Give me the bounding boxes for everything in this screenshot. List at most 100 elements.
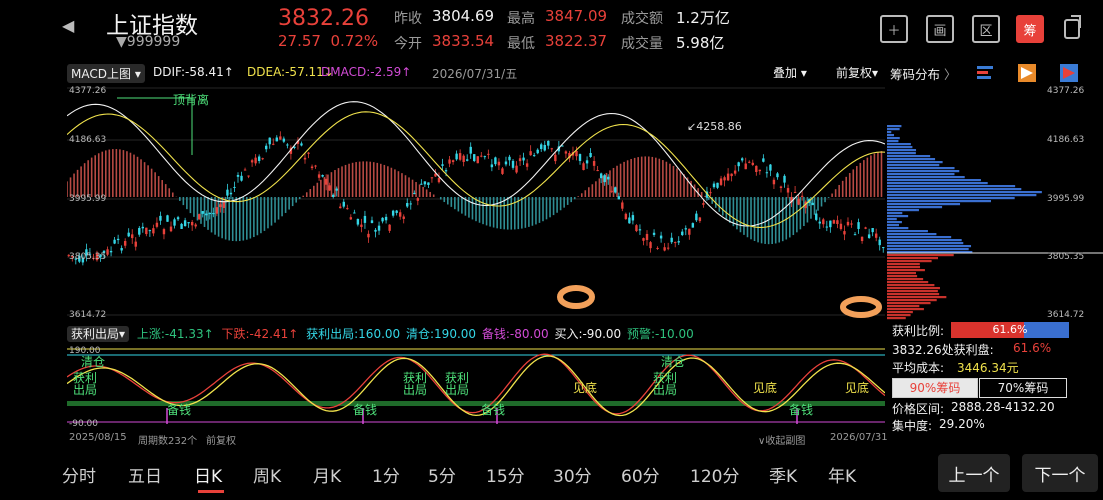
candle-body (853, 234, 857, 236)
candle-body (398, 212, 402, 217)
chip-bar (887, 125, 902, 128)
stock-code[interactable]: ▼999999 (116, 34, 180, 50)
chip-70-button[interactable]: 70%筹码 (979, 378, 1067, 398)
candle-body (504, 161, 508, 165)
tab-period-1min[interactable]: 1分 (372, 462, 400, 487)
candle-body (441, 164, 444, 166)
tab-period-5day[interactable]: 五日 (128, 462, 162, 487)
chip-bar (887, 179, 981, 182)
candle-body (198, 214, 201, 220)
overlay-button[interactable]: 叠加 ▾ (773, 64, 807, 81)
tab-period-15min[interactable]: 15分 (486, 462, 525, 487)
candle-body (279, 136, 282, 140)
candle-body (187, 222, 190, 224)
candle-body (698, 217, 702, 222)
candle-body (138, 227, 141, 235)
candle-body (529, 151, 532, 156)
quote-value: 3822.37 (545, 32, 608, 50)
tab-period-60min[interactable]: 60分 (621, 462, 660, 487)
chip-bar (887, 158, 936, 161)
candle-body (800, 195, 804, 197)
tab-period-30min[interactable]: 30分 (553, 462, 592, 487)
chip-bar (887, 302, 931, 305)
chip-bar (887, 191, 1042, 194)
quote-value: 1.2万亿 (676, 9, 730, 27)
chip-bar (887, 167, 955, 170)
chip-mode-blue-icon[interactable] (1060, 64, 1078, 82)
exit-label: 出局 (403, 383, 427, 397)
indicator-select[interactable]: 获利出局▾ (67, 326, 130, 342)
exit-label: 出局 (445, 383, 469, 397)
candle-body (384, 216, 388, 221)
chip-bar (887, 146, 913, 149)
collapse-subchart-button[interactable]: ∨收起副图 (758, 432, 805, 447)
candle-body (857, 222, 860, 229)
chip-tab-label: 筹码分布 (890, 67, 941, 82)
share-icon[interactable] (1062, 14, 1084, 40)
tab-chip-distribution[interactable]: 筹码分布 〉 (890, 64, 957, 83)
indicator-chart[interactable]: 清仓 清仓 获利 出局 获利 出局 获利 出局 获利 出局 备钱 备钱 备钱 备钱 见底 见底 见底 190.0… (67, 344, 885, 430)
candle-body (406, 203, 409, 207)
chip-axis-label: 4377.26 (1047, 86, 1085, 96)
chip-distribution[interactable]: 4377.26 4186.63 3995.99 3805.35 3614.72 (887, 85, 1103, 322)
candle-body (370, 220, 374, 223)
tab-period-day[interactable]: 日K (194, 462, 222, 487)
candle-body (113, 239, 116, 244)
indicator-name: 获利出局 (71, 327, 120, 341)
quote-label: 最低 (507, 36, 535, 52)
candle-body (448, 159, 451, 164)
y-axis-label: 3995.99 (69, 194, 107, 204)
zone-icon[interactable]: 区 (972, 15, 1000, 43)
tab-period-week[interactable]: 周K (253, 462, 281, 487)
chip-bar (887, 224, 899, 227)
chip-icon[interactable]: 筹 (1016, 15, 1044, 43)
candle-body (254, 157, 257, 164)
tab-period-quarter[interactable]: 季K (769, 462, 797, 487)
chip-bar (887, 314, 911, 317)
candle-body (367, 233, 370, 238)
candle-body (540, 144, 543, 150)
candle-body (356, 218, 360, 225)
footer-adjust: 前复权 (206, 436, 236, 447)
kline-chart[interactable]: 4377.26 4186.63 3995.99 3805.35 3614.72 … (67, 85, 885, 322)
candle-body (614, 187, 617, 193)
adjust-button[interactable]: 前复权▾ (836, 64, 878, 81)
chip-90-button[interactable]: 90%筹码 (892, 378, 978, 398)
candle-body (141, 226, 145, 229)
macd-select[interactable]: MACD上图 ▾ (67, 64, 145, 83)
clear-label: 清仓 (661, 355, 685, 369)
candle-body (455, 153, 458, 160)
tab-period-year[interactable]: 年K (828, 462, 856, 487)
candle-body (324, 178, 328, 185)
profit-ratio-bar: 61.6% (951, 322, 1069, 338)
chip-mode-bars-icon[interactable] (976, 64, 994, 82)
tab-period-month[interactable]: 月K (313, 462, 341, 487)
candle-body (409, 203, 412, 205)
y-axis-label: 3614.72 (69, 310, 107, 320)
candle-body (335, 188, 338, 191)
back-icon[interactable]: ◀ (62, 16, 74, 35)
tab-period-120min[interactable]: 120分 (690, 462, 739, 487)
chevron-down-icon: ▾ (872, 66, 879, 80)
candle-body (190, 221, 194, 226)
lower-indicator-legend: 获利出局▾ 上涨:-41.33↑ 下跌:-42.41↑ 获利出局:160.00 … (67, 325, 694, 342)
prev-stock-button[interactable]: 上一个 (938, 454, 1010, 492)
candle-body (162, 229, 166, 235)
candle-body (748, 161, 751, 163)
candle-body (599, 173, 603, 179)
candle-body (159, 215, 162, 221)
candle-body (201, 211, 204, 214)
picture-icon[interactable]: 画 (926, 15, 954, 43)
candle-body (712, 183, 716, 188)
candle-body (726, 173, 730, 181)
candle-body (346, 208, 349, 210)
candle-body (155, 222, 159, 227)
chip-mode-orange-icon[interactable] (1018, 64, 1036, 82)
tab-period-intraday[interactable]: 分时 (62, 462, 96, 487)
plus-icon[interactable]: ＋ (880, 15, 908, 43)
candle-body (631, 215, 635, 221)
chip-bar (887, 257, 939, 260)
tab-period-5min[interactable]: 5分 (428, 462, 456, 487)
candle-body (723, 177, 726, 181)
next-stock-button[interactable]: 下一个 (1022, 454, 1098, 492)
